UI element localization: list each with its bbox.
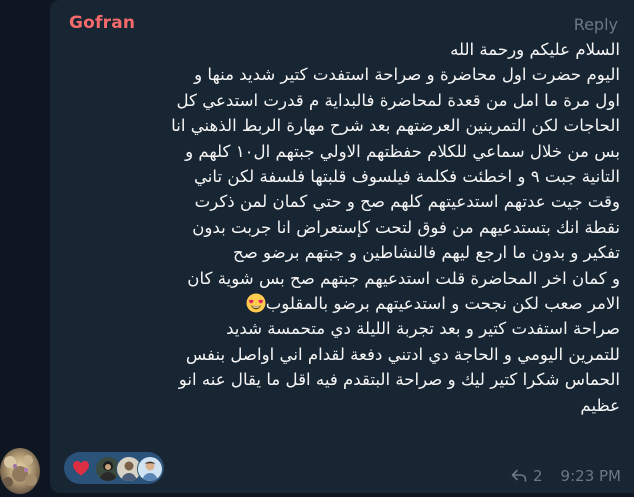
- message-line: السلام عليكم ورحمة الله: [450, 40, 620, 59]
- message-text: السلام عليكم ورحمة الله اليوم حضرت اول م…: [66, 37, 620, 418]
- message-line: الحماس شكرا كتير ليك و صراحة البتقدم فيه…: [178, 370, 620, 390]
- message-meta: 2 9:23 PM: [511, 465, 621, 487]
- sender-name[interactable]: Gofran: [69, 13, 135, 33]
- forward-icon: [511, 469, 527, 482]
- message-line: بس من خلال سماعي للكلام حفظتهم الاولي جب…: [185, 141, 620, 161]
- reactor-avatar: [137, 456, 163, 482]
- message-line: الحاجات لكن التمرينين العرضتهم بعد شرح م…: [171, 116, 620, 136]
- reaction-pill[interactable]: [64, 452, 164, 484]
- red-heart-icon: [73, 461, 89, 476]
- message-line: الامر صعب لكن نجحت و استدعيتهم برضو بالم…: [265, 294, 620, 314]
- message-line: صراحة استفدت كتير و بعد تجربة الليلة دي …: [226, 319, 620, 339]
- message-line: التانية جبت ٩ و اخطئت فكلمة فيلسوف قلبته…: [193, 167, 620, 187]
- sender-avatar[interactable]: [0, 448, 40, 494]
- message-line-with-emoji: الامر صعب لكن نجحت و استدعيتهم برضو بالم…: [66, 291, 620, 316]
- message-line: وقت جيت عدتهم استدعيتهم كلهم صح و حتي كم…: [194, 192, 620, 212]
- message-line: تفكير و بدون ما ارجع ليهم فالنشاطين و جب…: [232, 243, 620, 263]
- forward-count: 2: [533, 467, 543, 485]
- message-time: 9:23 PM: [560, 467, 621, 485]
- message-line: نقطة انك بتستدعيهم من فوق لتحت كإستعراض …: [192, 217, 620, 237]
- sender-avatar-image: [0, 448, 40, 494]
- message-line: اليوم حضرت اول محاضرة و صراحة استفدت كتي…: [194, 65, 620, 85]
- message-line: اول مرة ما امل من قعدة لمحاضرة فالبداية …: [176, 90, 620, 110]
- message-line: عظيم: [580, 395, 620, 415]
- message-line: للتمرين اليومي و الحاجة دي ادتني دفعة لق…: [185, 344, 620, 364]
- reactor-avatar-image: [138, 457, 162, 481]
- message-line: و كمان اخر المحاضرة قلت استدعيهم جبتهم ص…: [187, 268, 620, 288]
- heart-eyes-emoji-icon: [246, 293, 266, 313]
- reply-button[interactable]: Reply: [574, 15, 618, 34]
- message-bubble[interactable]: Gofran Reply السلام عليكم ورحمة الله الي…: [50, 0, 634, 493]
